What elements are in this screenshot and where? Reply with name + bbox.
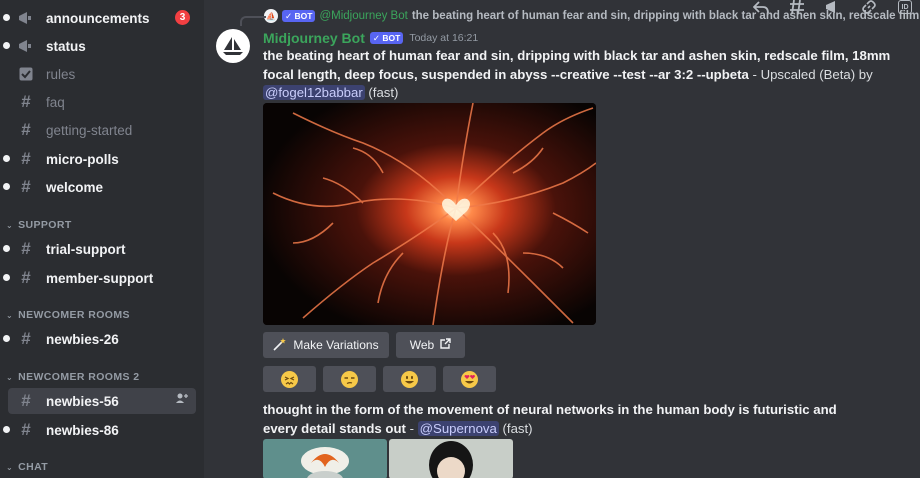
grinning-face-icon — [401, 370, 418, 388]
reply-text: the beating heart of human fear and sin,… — [411, 10, 920, 22]
bot-tag-label: BOT — [294, 11, 313, 21]
hashtag-icon: # — [21, 177, 31, 196]
user-mention[interactable]: @Supernova — [417, 420, 499, 436]
unread-indicator — [3, 183, 10, 190]
channel-label: status — [46, 38, 86, 54]
hashtag-threads-icon: # — [21, 420, 31, 439]
category-support[interactable]: ⌄ SUPPORT — [6, 217, 72, 233]
hashtag-icon: # — [21, 268, 31, 287]
category-label: NEWCOMER ROOMS — [18, 309, 130, 321]
unread-indicator — [3, 42, 10, 49]
channel-member-support[interactable]: # member-support — [3, 265, 196, 291]
reply-reference[interactable]: ⛵ ✓ BOT @Midjourney Bot the beating hear… — [240, 8, 920, 26]
dash-separator: - — [405, 420, 418, 436]
magic-wand-icon — [273, 337, 287, 354]
unread-indicator — [3, 245, 10, 252]
bot-tag: ✓ BOT — [369, 32, 404, 44]
hashtag-icon: # — [21, 92, 31, 111]
generated-image[interactable] — [263, 103, 596, 325]
channel-micro-polls[interactable]: # micro-polls — [3, 146, 196, 172]
channel-welcome[interactable]: # welcome — [3, 174, 196, 200]
channel-label: trial-support — [46, 241, 126, 257]
reaction-button-disappointed[interactable] — [263, 366, 316, 392]
prompt-text: thought in the form of the movement of n… — [263, 402, 837, 436]
megaphone-icon — [16, 8, 36, 28]
bot-tag-label: BOT — [382, 33, 401, 43]
channel-trial-support[interactable]: # trial-support — [3, 236, 196, 262]
channel-status[interactable]: status — [3, 33, 196, 59]
sailboat-icon: ⛵ — [264, 9, 278, 23]
unread-indicator — [3, 155, 10, 162]
category-newcomer-rooms-2[interactable]: ⌄ NEWCOMER ROOMS 2 — [6, 369, 139, 385]
channel-label: welcome — [46, 179, 104, 195]
channel-label: newbies-86 — [46, 422, 119, 438]
channel-newbies-56[interactable]: # newbies-56 — [8, 388, 196, 414]
reply-spine — [240, 16, 266, 26]
channel-sidebar: announcements 3 status rules # faq # get… — [0, 0, 204, 478]
mention-badge: 3 — [175, 10, 190, 25]
speed-label: (fast) — [364, 85, 399, 100]
external-link-icon — [440, 338, 451, 352]
invite-member-icon[interactable] — [176, 392, 188, 406]
channel-newbies-86[interactable]: # newbies-86 — [3, 417, 196, 443]
category-newcomer-rooms[interactable]: ⌄ NEWCOMER ROOMS — [6, 307, 130, 323]
channel-announcements[interactable]: announcements 3 — [3, 5, 196, 31]
channel-getting-started[interactable]: # getting-started — [8, 117, 196, 143]
rules-checkbox-icon — [16, 64, 36, 84]
category-chat[interactable]: ⌄ CHAT — [6, 459, 48, 475]
make-variations-label: Make Variations — [293, 338, 379, 352]
message-content-2: thought in the form of the movement of n… — [263, 401, 873, 438]
message-content: the beating heart of human fear and sin,… — [263, 47, 903, 103]
unread-indicator — [3, 426, 10, 433]
unread-indicator — [3, 335, 10, 342]
chevron-down-icon: ⌄ — [6, 220, 14, 230]
user-mention[interactable]: @fogel12babbar — [263, 85, 365, 100]
image-thumbnail-2[interactable] — [389, 439, 513, 478]
reaction-button-smile[interactable] — [383, 366, 436, 392]
channel-label: announcements — [46, 10, 150, 26]
channel-label: member-support — [46, 270, 154, 286]
channel-label: faq — [46, 94, 65, 110]
category-label: SUPPORT — [18, 219, 72, 231]
web-link-button[interactable]: Web — [396, 332, 465, 358]
avatar[interactable] — [216, 29, 250, 63]
hashtag-icon: # — [21, 149, 31, 168]
hashtag-threads-icon: # — [21, 391, 31, 410]
web-label: Web — [409, 338, 435, 352]
message-area: ID ⛵ ✓ BOT @Midjourney Bot the beating h… — [204, 0, 920, 478]
image-thumbnail-1[interactable] — [263, 439, 387, 478]
channel-label: rules — [46, 66, 76, 82]
channel-newbies-26[interactable]: # newbies-26 — [3, 326, 196, 352]
hashtag-icon: # — [21, 120, 31, 139]
speed-label: (fast) — [498, 420, 533, 436]
reaction-button-heart-eyes[interactable] — [443, 366, 496, 392]
persevering-face-icon — [281, 370, 298, 388]
heart-eyes-face-icon — [461, 370, 478, 388]
channel-label: newbies-26 — [46, 331, 119, 347]
make-variations-button[interactable]: Make Variations — [263, 332, 389, 358]
author-name[interactable]: Midjourney Bot — [263, 30, 365, 46]
chevron-down-icon: ⌄ — [6, 310, 14, 320]
chevron-down-icon: ⌄ — [6, 462, 14, 472]
category-label: NEWCOMER ROOMS 2 — [18, 371, 140, 383]
category-label: CHAT — [18, 461, 49, 473]
unamused-face-icon — [341, 370, 358, 388]
hashtag-icon: # — [21, 239, 31, 258]
channel-label: micro-polls — [46, 151, 119, 167]
bot-tag: ✓ BOT — [282, 10, 316, 22]
chevron-down-icon: ⌄ — [6, 372, 14, 382]
unread-indicator — [3, 14, 10, 21]
message-header: Midjourney Bot ✓ BOT Today at 16:21 — [263, 29, 478, 47]
timestamp: Today at 16:21 — [409, 32, 479, 44]
megaphone-icon — [16, 36, 36, 56]
reaction-button-unamused[interactable] — [323, 366, 376, 392]
reply-author[interactable]: @Midjourney Bot — [319, 10, 407, 22]
hashtag-threads-icon: # — [21, 329, 31, 348]
channel-label: newbies-56 — [46, 393, 119, 409]
upscale-note: - Upscaled (Beta) by — [748, 66, 873, 82]
channel-rules[interactable]: rules — [8, 61, 196, 87]
channel-faq[interactable]: # faq — [8, 89, 196, 115]
channel-label: getting-started — [46, 122, 133, 138]
unread-indicator — [3, 274, 10, 281]
